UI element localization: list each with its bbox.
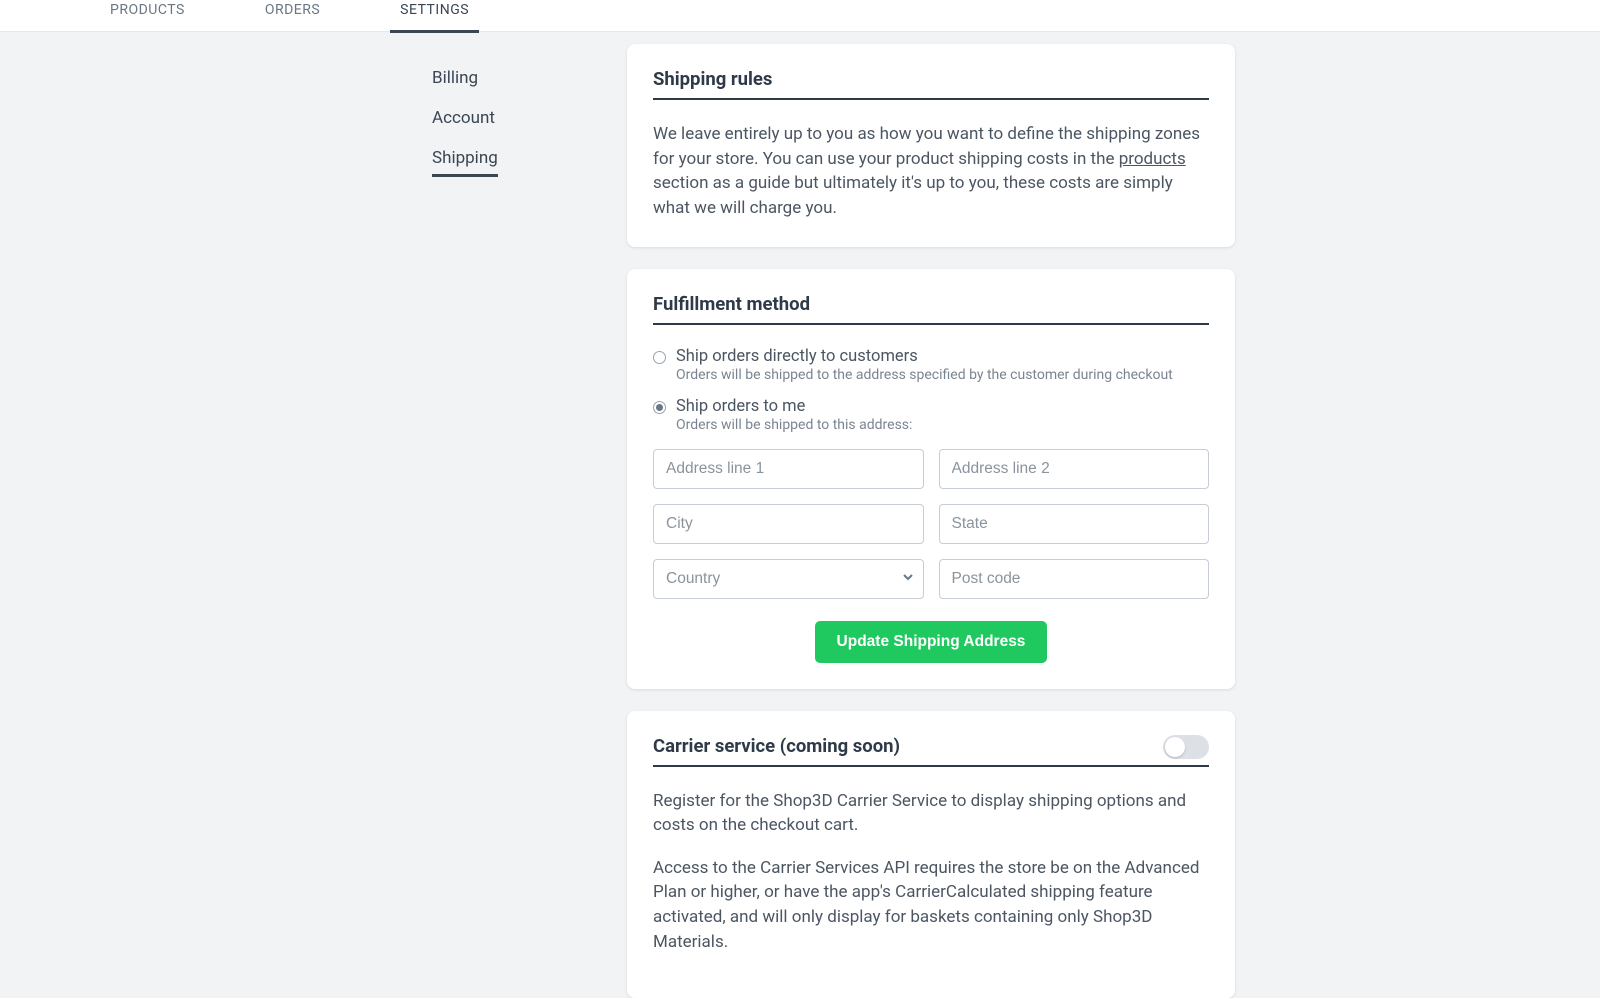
top-navigation: PRODUCTS ORDERS SETTINGS xyxy=(0,0,1600,32)
country-select[interactable]: Country xyxy=(653,559,924,599)
fulfillment-option-direct[interactable]: Ship orders directly to customers Orders… xyxy=(653,347,1209,383)
sidemenu-shipping[interactable]: Shipping xyxy=(432,138,498,177)
nav-products[interactable]: PRODUCTS xyxy=(100,2,195,30)
sidemenu-account[interactable]: Account xyxy=(432,98,495,138)
fulfillment-method-card: Fulfillment method Ship orders directly … xyxy=(627,269,1235,689)
postcode-input[interactable] xyxy=(939,559,1210,599)
city-input[interactable] xyxy=(653,504,924,544)
update-shipping-address-button[interactable]: Update Shipping Address xyxy=(815,621,1048,663)
settings-sidemenu: Billing Account Shipping xyxy=(0,44,430,998)
shipping-rules-card: Shipping rules We leave entirely up to y… xyxy=(627,44,1235,247)
radio-direct-label: Ship orders directly to customers xyxy=(676,347,918,366)
radio-to-me-label: Ship orders to me xyxy=(676,397,805,416)
address-line-1-input[interactable] xyxy=(653,449,924,489)
shipping-address-form: Country xyxy=(653,449,1209,599)
divider xyxy=(653,323,1209,325)
radio-direct[interactable] xyxy=(653,351,666,364)
carrier-paragraph-1: Register for the Shop3D Carrier Service … xyxy=(653,789,1209,838)
main-content: Shipping rules We leave entirely up to y… xyxy=(627,44,1235,998)
products-link[interactable]: products xyxy=(1119,149,1186,169)
shipping-rules-title: Shipping rules xyxy=(653,68,1209,98)
sidemenu-billing[interactable]: Billing xyxy=(432,58,478,98)
radio-to-me-sub: Orders will be shipped to this address: xyxy=(676,417,1209,433)
carrier-service-card: Carrier service (coming soon) Register f… xyxy=(627,711,1235,998)
radio-to-me[interactable] xyxy=(653,401,666,414)
carrier-paragraph-2: Access to the Carrier Services API requi… xyxy=(653,856,1209,955)
radio-direct-sub: Orders will be shipped to the address sp… xyxy=(676,367,1209,383)
nav-orders[interactable]: ORDERS xyxy=(255,2,330,30)
divider xyxy=(653,98,1209,100)
toggle-knob xyxy=(1165,737,1185,757)
divider xyxy=(653,765,1209,767)
nav-settings[interactable]: SETTINGS xyxy=(390,2,479,33)
carrier-title: Carrier service (coming soon) xyxy=(653,735,900,765)
address-line-2-input[interactable] xyxy=(939,449,1210,489)
fulfillment-title: Fulfillment method xyxy=(653,293,1209,323)
state-input[interactable] xyxy=(939,504,1210,544)
fulfillment-option-to-me[interactable]: Ship orders to me Orders will be shipped… xyxy=(653,397,1209,433)
carrier-toggle[interactable] xyxy=(1163,735,1209,759)
shipping-rules-description: We leave entirely up to you as how you w… xyxy=(653,122,1209,221)
